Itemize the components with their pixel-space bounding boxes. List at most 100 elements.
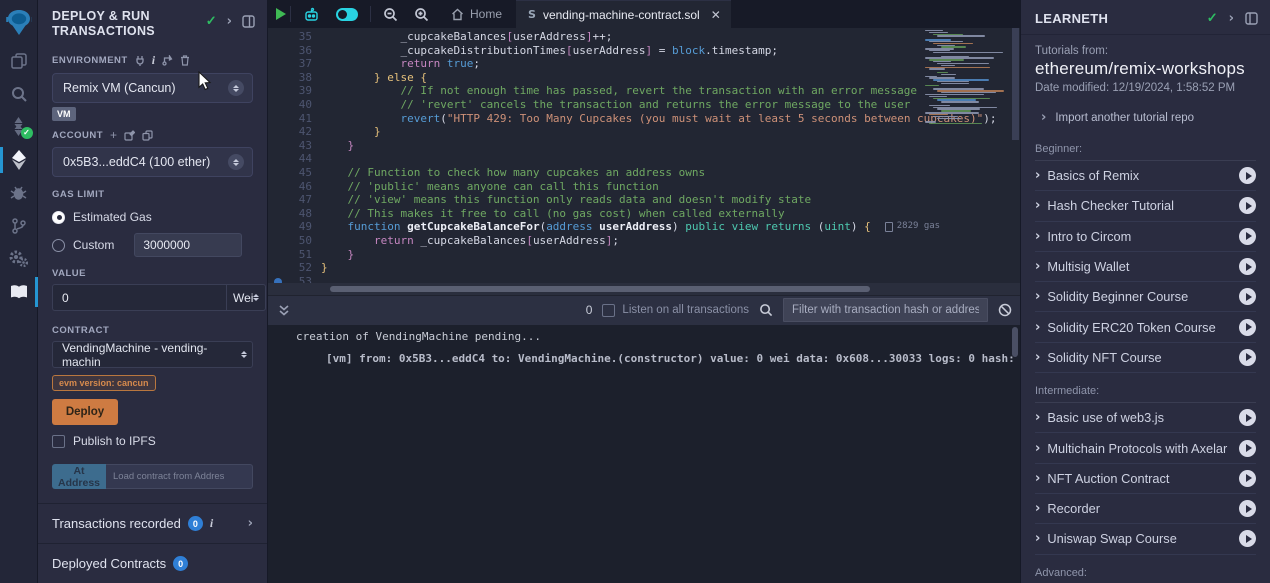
play-tutorial-button[interactable] <box>1239 500 1256 517</box>
fork-state-icon[interactable] <box>162 55 173 66</box>
pin-panel-icon[interactable] <box>242 15 255 28</box>
tutorial-item[interactable]: ›Basic use of web3.js <box>1035 403 1256 433</box>
terminal-output[interactable]: creation of VendingMachine pending... [v… <box>268 325 1020 583</box>
evm-version-badge: evm version: cancun <box>52 375 156 391</box>
copilot-toggle[interactable] <box>328 8 366 21</box>
import-tutorial-repo-row[interactable]: › Import another tutorial repo <box>1041 110 1256 125</box>
close-tab-icon[interactable]: ✕ <box>711 8 721 22</box>
panel-title: DEPLOY & RUN TRANSACTIONS <box>52 9 182 39</box>
estimated-gas-radio[interactable] <box>52 211 65 224</box>
listen-all-checkbox[interactable] <box>602 304 615 317</box>
editor-vertical-scrollbar[interactable] <box>1012 28 1019 140</box>
tutorial-item-label: Solidity ERC20 Token Course <box>1047 320 1232 335</box>
learneth-chevron-icon[interactable]: › <box>1229 11 1234 26</box>
run-script-button[interactable] <box>276 8 286 20</box>
tutorial-item[interactable]: ›Uniswap Swap Course <box>1035 524 1256 554</box>
terminal-vertical-scrollbar[interactable] <box>1012 327 1018 357</box>
play-tutorial-button[interactable] <box>1239 319 1256 336</box>
chevron-right-icon: › <box>1035 501 1040 516</box>
panel-chevron-icon[interactable]: › <box>227 14 232 29</box>
file-explorer-icon[interactable] <box>0 44 38 77</box>
line-number: 45 <box>268 166 312 180</box>
transactions-recorded-row[interactable]: Transactions recorded 0 i › <box>38 504 267 543</box>
tutorial-item[interactable]: ›Solidity NFT Course <box>1035 343 1256 373</box>
play-tutorial-button[interactable] <box>1239 530 1256 547</box>
play-tutorial-button[interactable] <box>1239 167 1256 184</box>
tutorial-item[interactable]: › Solidity ERC20 Token Course <box>1035 312 1256 342</box>
at-address-input[interactable] <box>106 464 253 489</box>
terminal-tx-count: 0 <box>586 303 593 317</box>
copy-account-icon[interactable] <box>142 130 153 141</box>
tutorial-item[interactable]: ›NFT Auction Contract <box>1035 464 1256 494</box>
learneth-title: LEARNETH <box>1035 11 1108 26</box>
terminal-search-icon <box>759 303 773 317</box>
environment-select[interactable]: Remix VM (Cancun) <box>52 73 253 103</box>
listen-all-row[interactable]: Listen on all transactions <box>602 304 749 317</box>
play-tutorial-button[interactable] <box>1239 228 1256 245</box>
learneth-pin-panel-icon[interactable] <box>1245 12 1258 25</box>
source-control-icon[interactable] <box>0 209 38 242</box>
line-number: 48 <box>268 207 312 221</box>
play-tutorial-button[interactable] <box>1239 258 1256 275</box>
delete-state-icon[interactable] <box>180 55 190 66</box>
tutorial-item[interactable]: ›Recorder <box>1035 494 1256 524</box>
tutorial-item[interactable]: ›Multichain Protocols with Axelar <box>1035 433 1256 463</box>
account-select[interactable]: 0x5B3...eddC4 (100 ether) <box>52 147 253 177</box>
deploy-button[interactable]: Deploy <box>52 399 118 425</box>
code-line: 46 // 'public' means anyone can call thi… <box>268 180 1020 194</box>
plug-icon[interactable] <box>135 55 145 66</box>
tutorial-item[interactable]: ›Basics of Remix <box>1035 161 1256 191</box>
play-tutorial-button[interactable] <box>1239 440 1256 457</box>
line-number: 42 <box>268 125 312 139</box>
vm-badge: VM <box>52 107 76 121</box>
zoom-out-icon[interactable] <box>375 7 406 22</box>
listen-all-label: Listen on all transactions <box>622 304 749 316</box>
tutorial-item-label: Intro to Circom <box>1047 229 1232 244</box>
clear-terminal-icon[interactable] <box>998 303 1012 317</box>
at-address-button[interactable]: At Address <box>52 464 106 489</box>
debugger-icon[interactable] <box>0 176 38 209</box>
code-editor[interactable]: 35 _cupcakeBalances[userAddress]++;36 _c… <box>268 28 1020 283</box>
terminal-filter-input[interactable] <box>783 298 988 322</box>
contract-select[interactable]: VendingMachine - vending-machin <box>52 341 253 368</box>
zoom-in-icon[interactable] <box>406 7 437 22</box>
publish-ipfs-checkbox[interactable] <box>52 435 65 448</box>
horizontal-scrollbar-thumb[interactable] <box>330 286 870 292</box>
learneth-icon[interactable] <box>0 275 38 308</box>
line-number: 51 <box>268 248 312 262</box>
minimap[interactable] <box>922 30 1010 122</box>
play-tutorial-button[interactable] <box>1239 197 1256 214</box>
collapse-terminal-icon[interactable] <box>278 304 290 317</box>
chevron-right-icon: › <box>1035 471 1040 486</box>
tutorial-item[interactable]: ›Multisig Wallet <box>1035 252 1256 282</box>
tutorial-item[interactable]: ›Intro to Circom <box>1035 222 1256 252</box>
settings-icon[interactable] <box>0 242 38 275</box>
play-tutorial-button[interactable] <box>1239 470 1256 487</box>
transactions-info-icon[interactable]: i <box>210 516 213 531</box>
search-icon[interactable] <box>0 77 38 110</box>
environment-info-icon[interactable]: i <box>152 53 155 68</box>
play-tutorial-button[interactable] <box>1239 409 1256 426</box>
transactions-expand-icon[interactable]: › <box>248 516 253 531</box>
editor-column: Home S vending-machine-contract.sol ✕ 35… <box>268 0 1020 583</box>
play-tutorial-button[interactable] <box>1239 288 1256 305</box>
value-unit-select[interactable]: Wei <box>226 284 266 311</box>
chevron-right-icon: › <box>1035 198 1040 213</box>
tab-active-file[interactable]: S vending-machine-contract.sol ✕ <box>516 0 731 28</box>
chevron-right-icon: › <box>1035 320 1040 335</box>
tab-home[interactable]: Home <box>437 0 516 28</box>
value-input[interactable] <box>52 284 226 311</box>
code-line: 43 } <box>268 139 1020 153</box>
play-tutorial-button[interactable] <box>1239 349 1256 366</box>
deploy-run-icon[interactable] <box>0 143 38 176</box>
custom-gas-input[interactable] <box>134 233 242 257</box>
tutorial-item[interactable]: ›Hash Checker Tutorial <box>1035 191 1256 221</box>
tutorial-item[interactable]: ›Solidity Beginner Course <box>1035 282 1256 312</box>
solidity-compiler-icon[interactable]: ✓ <box>0 110 38 143</box>
custom-gas-radio[interactable] <box>52 239 65 252</box>
edit-account-icon[interactable] <box>124 130 135 141</box>
ai-assistant-icon[interactable] <box>295 7 328 22</box>
add-account-icon[interactable]: + <box>110 128 117 142</box>
tutorials-repo-name: ethereum/remix-workshops <box>1035 59 1256 79</box>
deployed-contracts-count-badge: 0 <box>173 556 188 571</box>
